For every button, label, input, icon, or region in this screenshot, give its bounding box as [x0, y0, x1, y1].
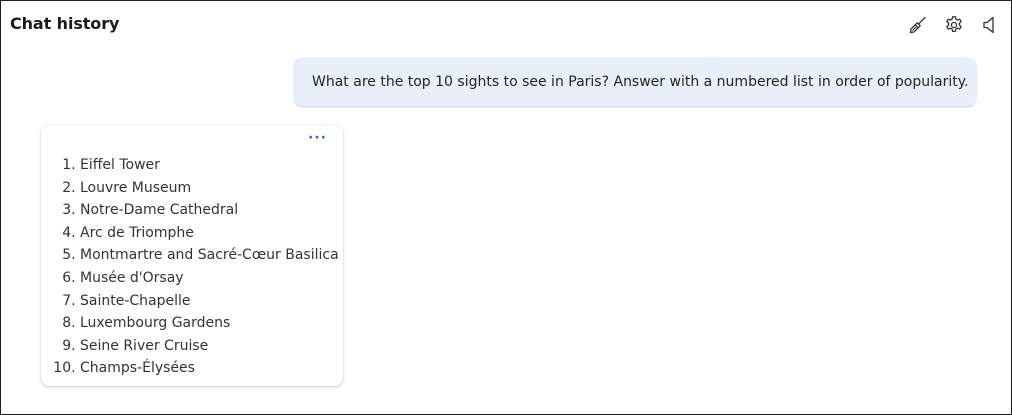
list-item-number: 7. — [62, 292, 76, 309]
answer-list: 1. Eiffel Tower 2. Louvre Museum 3. Notre-D… — [51, 154, 339, 380]
list-item-text: Seine River Cruise — [80, 337, 209, 354]
list-item-number: 4. — [62, 224, 76, 241]
list-item-text: Musée d'Orsay — [80, 269, 184, 286]
speaker-button[interactable] — [979, 14, 1001, 36]
list-item-number: 10. — [53, 360, 76, 377]
list-item-number: 1. — [62, 157, 76, 173]
list-item: 5. Montmartre and Sacré-Cœur Basilica — [51, 244, 339, 267]
user-message: What are the top 10 sights to see in Par… — [294, 58, 976, 106]
list-item: 2. Louvre Museum — [51, 177, 339, 200]
list-item: 3. Notre-Dame Cathedral — [51, 199, 339, 222]
clear-chat-button[interactable] — [907, 14, 929, 36]
list-item-text: Luxembourg Gardens — [80, 315, 231, 332]
bot-response-card: ··· 1. Eiffel Tower 2. Louvre Museum 3. Not… — [41, 125, 343, 386]
list-item: 1. Eiffel Tower — [51, 154, 339, 177]
settings-button[interactable] — [943, 14, 965, 36]
gear-icon — [946, 16, 962, 33]
speaker-icon — [983, 16, 994, 34]
list-item: 9. Seine River Cruise — [51, 335, 339, 358]
list-item-text: Arc de Triomphe — [80, 224, 194, 241]
list-item-number: 8. — [62, 315, 76, 332]
list-item: 6. Musée d'Orsay — [51, 267, 339, 290]
more-options-button[interactable]: ··· — [308, 131, 327, 145]
list-item-text: Notre-Dame Cathedral — [80, 202, 239, 219]
broom-icon — [909, 16, 926, 34]
user-message-text: What are the top 10 sights to see in Par… — [312, 74, 969, 90]
page-title: Chat history — [10, 14, 120, 33]
list-item: 8. Luxembourg Gardens — [51, 312, 339, 335]
list-item-text: Champs-Élysées — [80, 360, 195, 377]
list-item-number: 2. — [62, 179, 76, 196]
toolbar — [907, 14, 1001, 36]
list-item-number: 3. — [62, 202, 76, 219]
chat-window: Chat history What are the top 10 sights … — [0, 0, 1012, 415]
list-item: 4. Arc de Triomphe — [51, 222, 339, 245]
list-item-text: Louvre Museum — [80, 179, 192, 196]
list-item-number: 6. — [62, 269, 76, 286]
list-item: 7. Sainte-Chapelle — [51, 290, 339, 313]
list-item-number: 9. — [62, 337, 76, 354]
list-item-number: 5. — [62, 247, 76, 264]
list-item: 10. Champs-Élysées — [51, 357, 339, 380]
list-item-text: Eiffel Tower — [80, 157, 160, 173]
list-item-text: Sainte-Chapelle — [80, 292, 191, 309]
list-item-text: Montmartre and Sacré-Cœur Basilica — [80, 247, 339, 264]
